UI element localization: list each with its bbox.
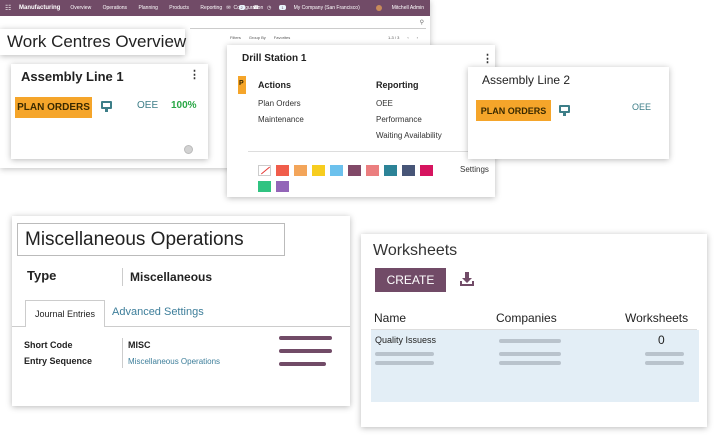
action-maintenance[interactable]: Maintenance xyxy=(258,115,304,124)
favorites-button[interactable]: Favorites xyxy=(274,35,290,40)
oee-link[interactable]: OEE xyxy=(137,100,158,111)
journal-name-field[interactable]: Miscellaneous Operations xyxy=(17,223,285,256)
color-swatch[interactable] xyxy=(348,165,361,176)
placeholder-bar xyxy=(279,349,332,353)
status-dot[interactable] xyxy=(184,145,193,154)
create-button[interactable]: CREATE xyxy=(375,268,446,292)
column-header-companies[interactable]: Companies xyxy=(496,311,557,325)
oee-link[interactable]: OEE xyxy=(632,102,651,112)
field-divider xyxy=(122,338,123,368)
placeholder-bar xyxy=(375,352,434,356)
monitor-icon[interactable] xyxy=(101,101,112,112)
user-menu[interactable]: Mitchell Admin xyxy=(368,4,424,12)
color-swatch[interactable] xyxy=(294,165,307,176)
group-by-button[interactable]: Group By xyxy=(249,35,266,40)
color-swatch[interactable] xyxy=(384,165,397,176)
row-name: Quality Issuess xyxy=(375,335,437,345)
menu-products[interactable]: Products xyxy=(169,5,189,11)
kebab-menu-icon[interactable]: ⋮ xyxy=(189,68,200,81)
tab-journal-entries[interactable]: Journal Entries xyxy=(25,300,105,327)
tab-underline xyxy=(12,326,25,327)
color-swatch[interactable] xyxy=(276,165,289,176)
worksheets-panel: Worksheets CREATE Name Companies Workshe… xyxy=(361,234,707,427)
tab-underline xyxy=(105,326,350,327)
color-swatch[interactable] xyxy=(330,165,343,176)
report-oee[interactable]: OEE xyxy=(376,99,393,108)
journal-form-panel: Miscellaneous Operations Type Miscellane… xyxy=(12,216,350,406)
type-value[interactable]: Miscellaneous xyxy=(130,270,212,284)
app-name[interactable]: Manufacturing xyxy=(19,5,60,11)
workcenter-title[interactable]: Assembly Line 2 xyxy=(482,73,570,87)
color-swatch[interactable] xyxy=(276,181,289,192)
avatar xyxy=(375,4,382,11)
actions-heading: Actions xyxy=(258,80,292,90)
table-row[interactable]: Quality Issuess 0 xyxy=(371,330,699,402)
user-name: Mitchell Admin xyxy=(391,5,424,12)
entry-sequence-link[interactable]: Miscellaneous Operations xyxy=(128,357,220,366)
search-input[interactable]: ⚲ xyxy=(190,19,426,29)
color-swatch[interactable] xyxy=(312,165,325,176)
short-code-label: Short Code xyxy=(24,340,73,350)
reporting-heading: Reporting xyxy=(376,80,419,90)
action-plan-orders[interactable]: Plan Orders xyxy=(258,99,301,108)
plan-orders-button[interactable]: PLAN ORDERS xyxy=(476,100,551,121)
entry-sequence-label: Entry Sequence xyxy=(24,356,93,366)
column-header-worksheets[interactable]: Worksheets xyxy=(625,311,688,325)
pager-prev-icon[interactable]: ‹ xyxy=(407,35,408,40)
pager[interactable]: 1-3 / 3 xyxy=(388,35,399,40)
column-header-name[interactable]: Name xyxy=(374,311,406,325)
color-swatch[interactable] xyxy=(402,165,415,176)
placeholder-bar xyxy=(279,362,326,366)
placeholder-bar xyxy=(499,361,561,365)
activity-badge: 1 xyxy=(279,5,286,10)
navbar-systray: ✉ 2 ☎ ◷ 1 My Company (San Francisco) Mitch… xyxy=(218,0,424,16)
top-navbar: ☷ Manufacturing Overview Operations Plan… xyxy=(0,0,430,16)
workcenter-title[interactable]: Drill Station 1 xyxy=(242,53,306,64)
settings-link[interactable]: Settings xyxy=(460,165,489,174)
row-worksheet-count: 0 xyxy=(658,333,665,347)
activity-icon[interactable]: ◷ 1 xyxy=(267,5,286,11)
search-icon[interactable]: ⚲ xyxy=(420,19,424,26)
workcenter-dropdown-drill-station: Drill Station 1 ⋮ P Actions Plan Orders … xyxy=(227,45,495,197)
oee-value: 100% xyxy=(171,100,197,111)
menu-planning[interactable]: Planning xyxy=(138,5,157,11)
kebab-menu-icon[interactable]: ⋮ xyxy=(482,52,493,65)
type-label: Type xyxy=(27,268,57,283)
color-swatch[interactable] xyxy=(366,165,379,176)
no-color-swatch[interactable] xyxy=(258,165,271,176)
chat-icon[interactable]: ✉ 2 xyxy=(226,5,245,11)
plan-orders-button[interactable]: PLAN ORDERS xyxy=(15,97,92,118)
color-swatch[interactable] xyxy=(420,165,433,176)
short-code-value[interactable]: MISC xyxy=(128,340,151,350)
filters-button[interactable]: Filters xyxy=(230,35,241,40)
placeholder-bar xyxy=(375,361,434,365)
page-title: Work Centres Overview xyxy=(0,29,186,55)
chat-badge: 2 xyxy=(238,5,245,10)
placeholder-bar xyxy=(279,336,332,340)
divider xyxy=(248,151,495,152)
placeholder-bar xyxy=(645,352,684,356)
placeholder-bar xyxy=(499,352,561,356)
download-icon[interactable] xyxy=(459,271,475,287)
menu-overview[interactable]: Overview xyxy=(70,5,91,11)
workcenter-card-assembly-line-1: Assembly Line 1 ⋮ PLAN ORDERS OEE 100% xyxy=(11,64,208,159)
color-swatch[interactable] xyxy=(258,181,271,192)
pager-next-icon[interactable]: › xyxy=(417,35,418,40)
field-divider xyxy=(122,268,123,286)
report-performance[interactable]: Performance xyxy=(376,115,422,124)
search-options: Filters Group By Favorites 1-3 / 3 ‹ › xyxy=(230,32,426,42)
monitor-icon[interactable] xyxy=(559,105,570,116)
placeholder-bar xyxy=(645,361,684,365)
workcenter-card-assembly-line-2: Assembly Line 2 PLAN ORDERS OEE xyxy=(468,67,669,159)
workcenter-title[interactable]: Assembly Line 1 xyxy=(21,69,124,84)
apps-menu-icon[interactable]: ☷ xyxy=(5,5,15,12)
placeholder-bar xyxy=(499,339,561,343)
tab-advanced-settings[interactable]: Advanced Settings xyxy=(112,306,204,318)
phone-icon[interactable]: ☎ xyxy=(253,5,259,11)
company-switcher[interactable]: My Company (San Francisco) xyxy=(294,5,360,11)
panel-title: Worksheets xyxy=(373,242,458,259)
menu-operations[interactable]: Operations xyxy=(103,5,127,11)
plan-orders-button-peek[interactable]: P xyxy=(238,76,246,94)
report-waiting-availability[interactable]: Waiting Availability xyxy=(376,131,442,140)
